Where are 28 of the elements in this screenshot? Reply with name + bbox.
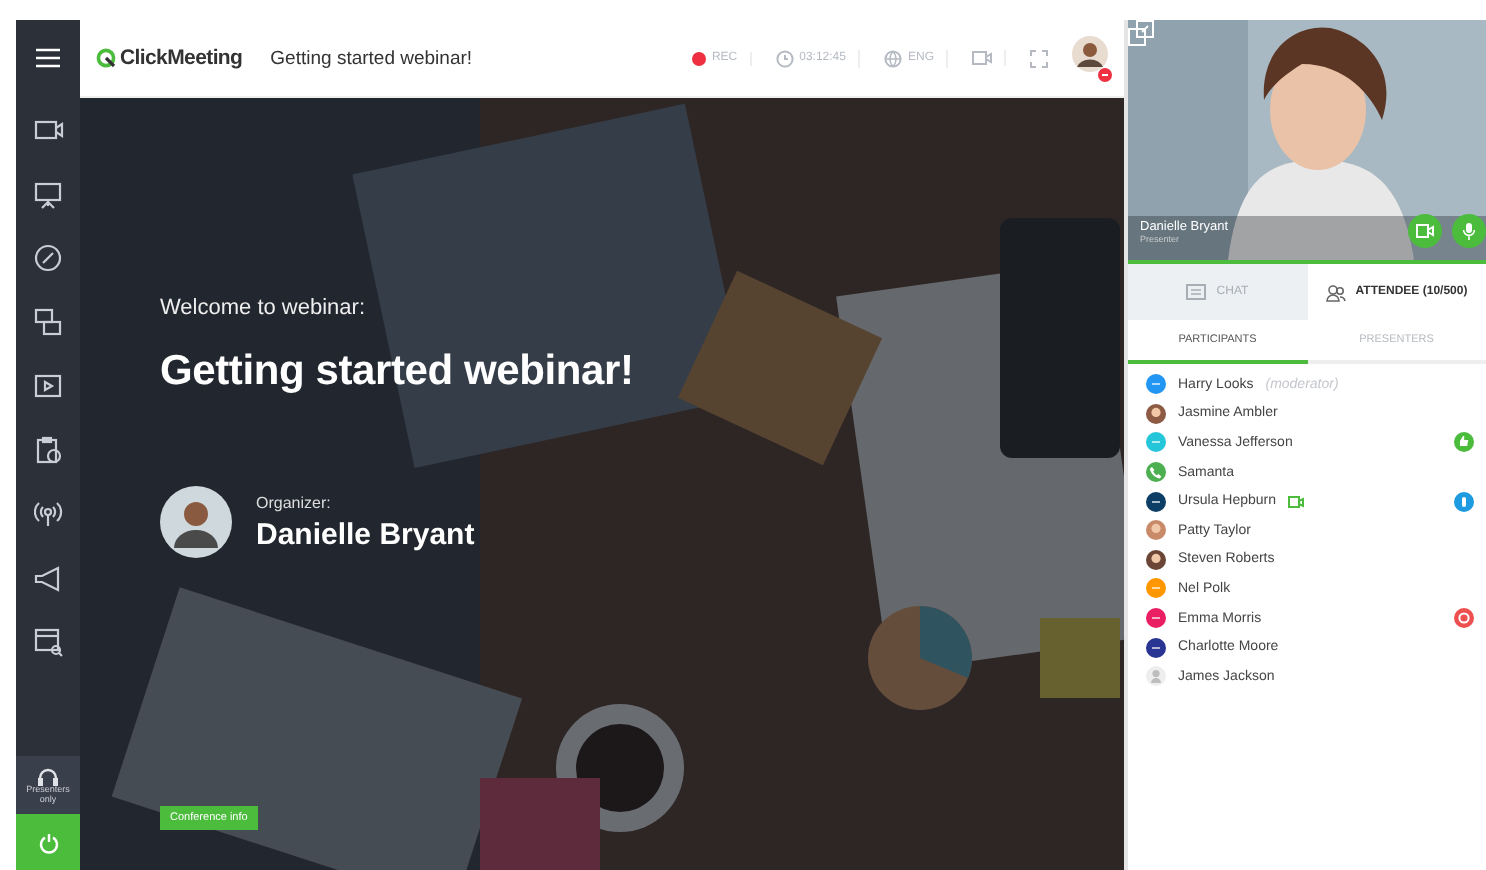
microphone-icon: [1462, 222, 1476, 240]
camera-icon: [1416, 224, 1434, 238]
power-icon: [37, 831, 59, 853]
organizer-name: Danielle Bryant: [256, 517, 475, 551]
pencil-icon[interactable]: [33, 244, 63, 274]
organizer-avatar: [160, 486, 232, 558]
broadcast-icon[interactable]: [33, 500, 63, 530]
megaphone-icon[interactable]: [33, 564, 63, 594]
organizer-label: Organizer:: [256, 493, 333, 511]
logo-text: ClickMeeting: [120, 46, 243, 70]
shrink-icon[interactable]: [1128, 20, 1154, 46]
people-icon: [1325, 283, 1346, 301]
status-badge: [1098, 67, 1112, 81]
chat-icon: [1186, 283, 1207, 301]
stage-title: Getting started webinar!: [160, 348, 636, 396]
user-avatar[interactable]: [1072, 35, 1108, 71]
screens-icon[interactable]: [33, 308, 63, 338]
presentation-icon[interactable]: [33, 180, 63, 210]
play-icon[interactable]: [33, 372, 63, 402]
clipboard-icon[interactable]: [33, 436, 63, 466]
logo-icon: [96, 48, 116, 68]
window-search-icon[interactable]: [33, 628, 63, 658]
webinar-title: Getting started webinar!: [270, 47, 475, 69]
welcome-text: Welcome to webinar:: [160, 296, 368, 320]
clock-icon: [775, 49, 794, 67]
menu-icon[interactable]: [36, 48, 60, 68]
globe-icon: [883, 49, 902, 67]
headphones-icon: [36, 766, 60, 787]
